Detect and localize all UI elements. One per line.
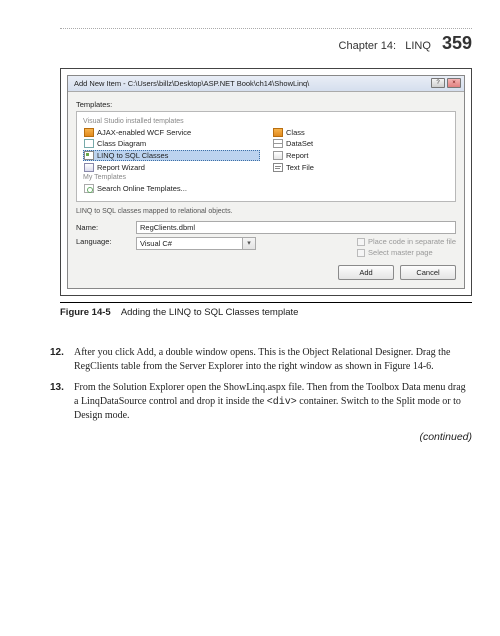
figure-caption: Figure 14-5 Adding the LINQ to SQL Class… xyxy=(60,302,472,318)
template-item-class-diagram[interactable]: Class Diagram xyxy=(83,139,260,148)
figure-caption-text: Adding the LINQ to SQL Classes template xyxy=(121,307,299,318)
class-diagram-icon xyxy=(84,139,94,148)
add-button[interactable]: Add xyxy=(338,265,394,280)
code-inline: <div> xyxy=(267,397,297,408)
language-select[interactable]: Visual C# xyxy=(136,237,256,250)
step-12: 12. After you click Add, a double window… xyxy=(60,346,472,373)
template-item-linq-selected[interactable]: LINQ to SQL Classes xyxy=(83,150,260,161)
template-item-class[interactable]: Class xyxy=(272,128,449,137)
step-text: After you click Add, a double window ope… xyxy=(74,347,450,372)
figure-label: Figure 14-5 xyxy=(60,307,111,318)
chapter-topic: LINQ xyxy=(405,40,431,52)
name-input[interactable]: RegClients.dbml xyxy=(136,221,456,234)
page-number: 359 xyxy=(442,33,472,53)
templates-label: Templates: xyxy=(76,100,456,109)
template-item-wcf[interactable]: AJAX-enabled WCF Service xyxy=(83,128,260,137)
template-description: LINQ to SQL classes mapped to relational… xyxy=(76,208,456,215)
group-my-templates: My Templates xyxy=(83,174,449,181)
help-button[interactable]: ? xyxy=(431,78,445,88)
running-head: Chapter 14: LINQ 359 xyxy=(60,28,472,54)
dataset-icon xyxy=(273,139,283,148)
templates-listbox[interactable]: Visual Studio installed templates AJAX-e… xyxy=(76,111,456,202)
step-number: 12. xyxy=(50,346,64,360)
template-item-search-online[interactable]: Search Online Templates... xyxy=(83,184,449,193)
report-wizard-icon xyxy=(84,163,94,172)
wcf-icon xyxy=(84,128,94,137)
template-item-dataset[interactable]: DataSet xyxy=(272,139,449,148)
instruction-list: 12. After you click Add, a double window… xyxy=(60,346,472,423)
checkbox-icon xyxy=(357,249,365,257)
class-icon xyxy=(273,128,283,137)
step-13: 13. From the Solution Explorer open the … xyxy=(60,381,472,423)
name-label: Name: xyxy=(76,223,128,232)
linq-icon xyxy=(84,151,94,160)
report-icon xyxy=(273,151,283,160)
continued-marker: (continued) xyxy=(60,431,472,443)
add-new-item-dialog: Add New Item - C:\Users\billz\Desktop\AS… xyxy=(67,75,465,289)
checkbox-icon xyxy=(357,238,365,246)
group-installed: Visual Studio installed templates xyxy=(83,118,449,125)
step-number: 13. xyxy=(50,381,64,395)
chapter-label: Chapter 14: xyxy=(339,40,396,52)
text-file-icon xyxy=(273,163,283,172)
search-icon xyxy=(84,184,94,193)
checkbox-separate-file: Place code in separate file xyxy=(357,237,456,246)
language-label: Language: xyxy=(76,237,128,246)
template-item-report[interactable]: Report xyxy=(272,150,449,161)
template-item-report-wizard[interactable]: Report Wizard xyxy=(83,163,260,172)
dialog-titlebar: Add New Item - C:\Users\billz\Desktop\AS… xyxy=(68,76,464,92)
dialog-title-text: Add New Item - C:\Users\billz\Desktop\AS… xyxy=(74,79,309,88)
template-item-text-file[interactable]: Text File xyxy=(272,163,449,172)
cancel-button[interactable]: Cancel xyxy=(400,265,456,280)
figure-screenshot: Add New Item - C:\Users\billz\Desktop\AS… xyxy=(60,68,472,296)
close-button[interactable]: × xyxy=(447,78,461,88)
checkbox-master-page: Select master page xyxy=(357,248,456,257)
